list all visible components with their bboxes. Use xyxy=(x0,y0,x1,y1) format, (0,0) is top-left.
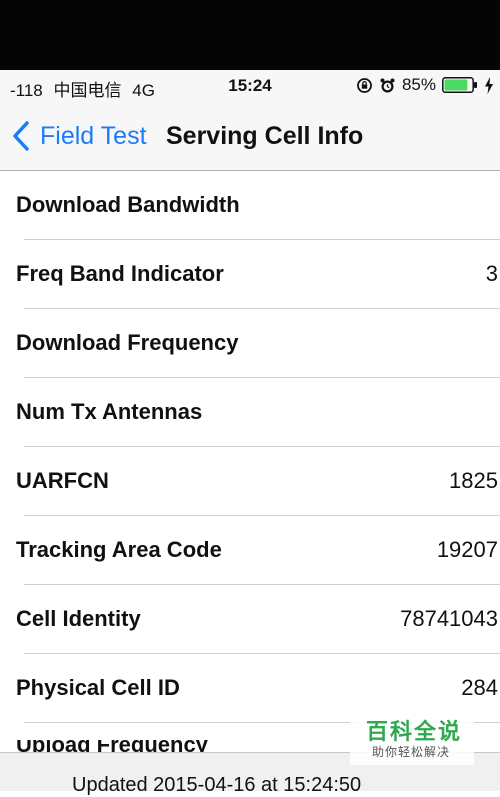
charging-bolt-icon xyxy=(484,76,494,94)
battery-percent: 85% xyxy=(401,75,436,94)
list-item-num-tx-antennas[interactable]: Num Tx Antennas xyxy=(0,378,500,447)
list-item-cell-identity[interactable]: Cell Identity 78741043 xyxy=(0,585,500,654)
status-right: 85% xyxy=(356,75,494,95)
watermark-title: 百科全说 xyxy=(366,719,463,744)
row-label: UARFCN xyxy=(16,468,109,493)
row-label: Download Bandwidth xyxy=(16,192,240,217)
list-item-download-bandwidth[interactable]: Download Bandwidth xyxy=(0,171,500,240)
row-value: 1825 xyxy=(449,468,498,493)
top-black-band xyxy=(0,0,500,70)
cell-info-list: Download Bandwidth Freq Band Indicator 3… xyxy=(0,171,500,723)
row-value: 78741043 xyxy=(400,606,498,631)
page-title: Serving Cell Info xyxy=(166,122,364,150)
row-label: Physical Cell ID xyxy=(16,675,180,700)
row-label: Upload Frequency xyxy=(16,740,208,752)
row-label: Download Frequency xyxy=(16,330,239,355)
list-item-freq-band-indicator[interactable]: Freq Band Indicator 3 xyxy=(0,240,500,309)
back-button-label: Field Test xyxy=(40,121,147,150)
list-item-tracking-area-code[interactable]: Tracking Area Code 19207 xyxy=(0,516,500,585)
navigation-bar: Field Test Serving Cell Info xyxy=(0,102,500,171)
alarm-clock-icon xyxy=(379,77,396,94)
battery-icon xyxy=(442,77,478,93)
row-label: Tracking Area Code xyxy=(16,537,222,562)
rotation-lock-icon xyxy=(356,77,373,94)
row-label: Freq Band Indicator xyxy=(16,261,224,286)
status-bar: -118 中国电信 4G 15:24 85% xyxy=(0,70,500,102)
back-chevron-icon xyxy=(10,119,32,153)
watermark-logo: 百科全说 助你轻松解决 xyxy=(350,710,474,765)
row-label: Num Tx Antennas xyxy=(16,399,203,424)
back-button[interactable]: Field Test xyxy=(10,116,147,156)
row-value: 19207 xyxy=(436,537,498,562)
list-item-download-frequency[interactable]: Download Frequency xyxy=(0,309,500,378)
watermark-subtitle: 助你轻松解决 xyxy=(372,745,451,759)
list-item-uarfcn[interactable]: UARFCN 1825 xyxy=(0,447,500,516)
row-label: Cell Identity xyxy=(16,606,141,631)
row-value: 3 xyxy=(485,261,498,286)
last-updated-text: Updated 2015-04-16 at 15:24:50 xyxy=(72,774,362,796)
row-value: 284 xyxy=(461,675,498,700)
